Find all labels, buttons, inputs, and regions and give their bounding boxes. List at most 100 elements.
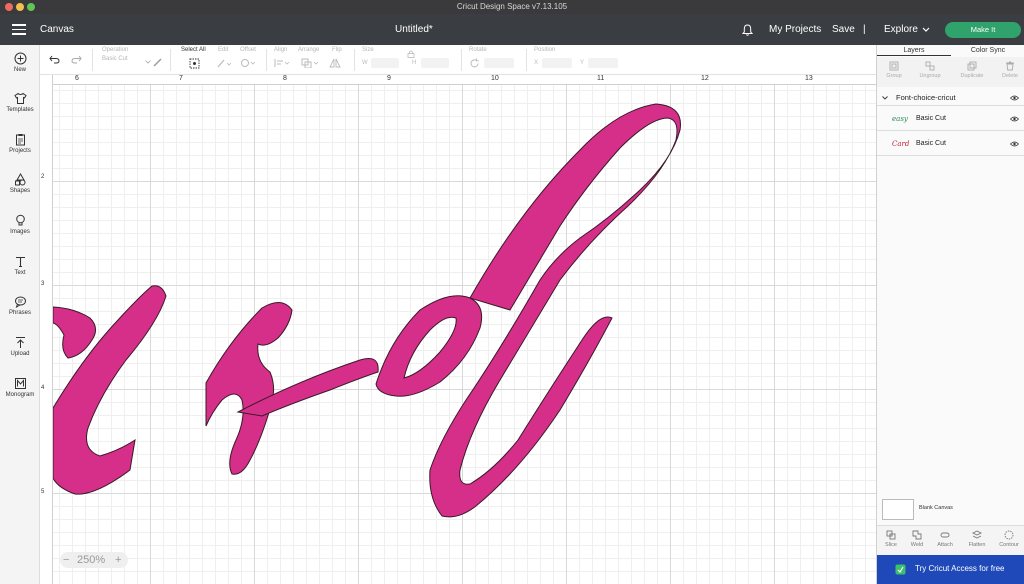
zoom-in-button[interactable]: + xyxy=(115,552,121,568)
script-text-object[interactable] xyxy=(53,85,876,584)
layer-row[interactable]: Card Basic Cut xyxy=(877,132,1024,156)
cricut-access-icon xyxy=(895,564,906,575)
ruler-left-label: 2 xyxy=(41,174,45,180)
design-canvas[interactable] xyxy=(53,85,876,584)
height-input[interactable] xyxy=(421,58,449,68)
slice-label: Slice xyxy=(885,542,897,548)
ruler-left-label: 4 xyxy=(41,385,45,391)
select-all-icon[interactable] xyxy=(189,58,200,69)
delete-button[interactable]: Delete xyxy=(995,61,1024,79)
menu-icon[interactable] xyxy=(12,24,26,35)
cricut-access-banner[interactable]: Try Cricut Access for free xyxy=(877,555,1024,584)
explore-menu[interactable]: Explore xyxy=(884,14,918,45)
position-x-input[interactable] xyxy=(542,58,572,68)
phrases-button[interactable]: Phrases xyxy=(0,295,40,316)
flatten-icon xyxy=(971,530,983,539)
edit-control[interactable]: Edit xyxy=(218,47,228,56)
ruler-top-label: 7 xyxy=(179,75,183,82)
eye-icon[interactable] xyxy=(1010,95,1019,101)
blank-canvas-swatch[interactable] xyxy=(882,499,914,520)
chevron-down-icon[interactable] xyxy=(922,27,930,33)
align-icon[interactable] xyxy=(274,58,290,68)
width-input[interactable] xyxy=(371,58,399,68)
zoom-control: − 250% + xyxy=(60,552,128,568)
operation-control[interactable]: Operation Basic Cut xyxy=(102,47,128,62)
arrange-icon[interactable] xyxy=(301,58,319,68)
size-control[interactable]: Size xyxy=(362,47,374,56)
ungroup-button[interactable]: Ungroup xyxy=(915,61,945,79)
top-ruler: 6 7 8 9 10 11 12 13 xyxy=(53,75,876,85)
delete-label: Delete xyxy=(1002,73,1018,79)
zoom-out-button[interactable]: − xyxy=(63,552,69,568)
ungroup-label: Ungroup xyxy=(919,73,941,79)
attach-button[interactable]: Attach xyxy=(934,530,956,548)
document-title[interactable]: Untitled* xyxy=(395,14,433,45)
my-projects-link[interactable]: My Projects xyxy=(769,14,821,45)
monogram-icon xyxy=(14,378,26,389)
contour-icon xyxy=(1004,530,1014,540)
duplicate-label: Duplicate xyxy=(960,73,984,79)
flip-icon[interactable] xyxy=(329,58,345,68)
weld-button[interactable]: Weld xyxy=(906,530,928,548)
new-label: New xyxy=(13,67,26,73)
tab-layers[interactable]: Layers xyxy=(877,45,951,56)
new-button[interactable]: New xyxy=(0,52,40,73)
ruler-top-label: 8 xyxy=(283,75,287,82)
rotate-icon[interactable] xyxy=(469,58,480,69)
contour-button[interactable]: Contour xyxy=(997,530,1021,548)
bell-icon[interactable] xyxy=(742,24,753,36)
offset-control[interactable]: Offset xyxy=(240,47,256,56)
duplicate-button[interactable]: Duplicate xyxy=(957,61,987,79)
ruler-top-label: 6 xyxy=(75,75,79,82)
undo-icon[interactable] xyxy=(49,55,60,64)
make-it-button[interactable]: Make It xyxy=(945,22,1021,38)
rotate-input[interactable] xyxy=(484,58,514,68)
zoom-window-button[interactable] xyxy=(27,3,35,11)
redo-icon[interactable] xyxy=(71,55,82,64)
layer-row[interactable]: easy Basic Cut xyxy=(877,107,1024,131)
arrange-control[interactable]: Arrange xyxy=(298,47,319,56)
edit-icon[interactable] xyxy=(217,58,231,68)
pen-icon[interactable] xyxy=(153,57,163,67)
lock-icon[interactable] xyxy=(407,50,415,58)
position-y-input[interactable] xyxy=(588,58,618,68)
save-button[interactable]: Save xyxy=(832,14,855,45)
offset-icon[interactable] xyxy=(240,58,256,68)
layer-thumbnail: Card xyxy=(892,140,910,148)
slice-button[interactable]: Slice xyxy=(880,530,902,548)
group-icon xyxy=(889,61,899,71)
align-control[interactable]: Align xyxy=(274,47,287,56)
projects-button[interactable]: Projects xyxy=(0,133,40,154)
edit-toolbar: Operation Basic Cut Select All Edit Offs… xyxy=(40,45,876,75)
operation-dropdown-icon[interactable] xyxy=(145,60,151,64)
flatten-button[interactable]: Flatten xyxy=(966,530,988,548)
select-all-control[interactable]: Select All xyxy=(181,47,206,56)
shapes-button[interactable]: Shapes xyxy=(0,173,40,194)
minimize-window-button[interactable] xyxy=(16,3,24,11)
align-label: Align xyxy=(274,47,288,53)
contour-label: Contour xyxy=(999,542,1019,548)
close-window-button[interactable] xyxy=(5,3,13,11)
eye-icon[interactable] xyxy=(1010,141,1019,147)
pos-x-label: X xyxy=(534,60,539,66)
flip-control[interactable]: Flip xyxy=(332,47,342,56)
upload-icon xyxy=(15,337,25,348)
chevron-down-icon[interactable] xyxy=(882,96,888,100)
templates-button[interactable]: Templates xyxy=(0,92,40,113)
speech-bubble-icon xyxy=(14,296,26,308)
monogram-button[interactable]: Monogram xyxy=(0,377,40,398)
tab-color-sync[interactable]: Color Sync xyxy=(951,45,1024,56)
header-separator: | xyxy=(863,24,866,35)
position-control[interactable]: Position xyxy=(534,47,555,56)
operation-value[interactable]: Basic Cut xyxy=(102,56,128,62)
layer-group-row[interactable]: Font-choice-cricut xyxy=(877,90,1024,106)
clipboard-icon xyxy=(15,134,25,146)
images-button[interactable]: Images xyxy=(0,214,40,235)
group-button[interactable]: Group xyxy=(879,61,909,79)
upload-button[interactable]: Upload xyxy=(0,336,40,357)
rotate-control[interactable]: Rotate xyxy=(469,47,487,56)
layer-name: Basic Cut xyxy=(916,115,946,122)
text-button[interactable]: Text xyxy=(0,255,40,276)
eye-icon[interactable] xyxy=(1010,116,1019,122)
zoom-level: 250% xyxy=(77,554,106,566)
